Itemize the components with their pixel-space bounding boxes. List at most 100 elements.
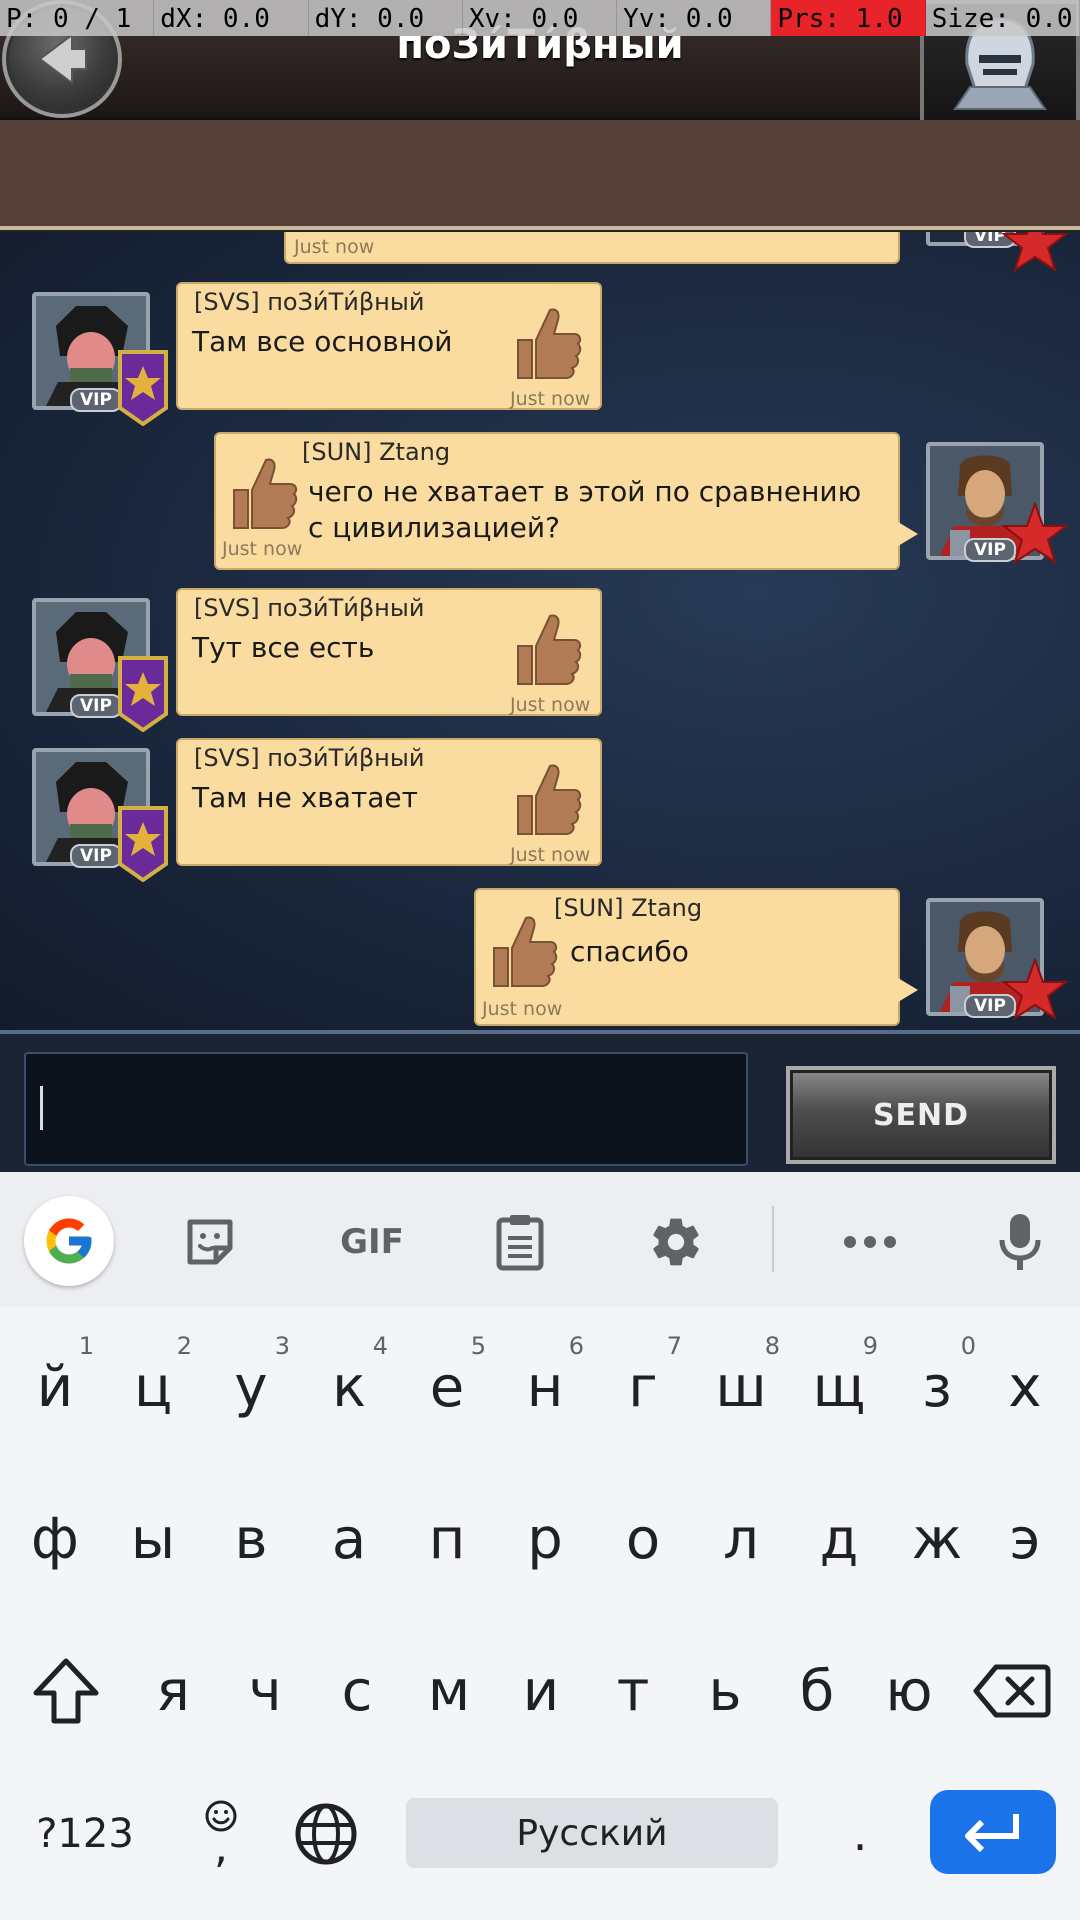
- period-key[interactable]: .: [820, 1786, 900, 1882]
- key[interactable]: г7: [594, 1322, 692, 1452]
- key[interactable]: э: [976, 1474, 1074, 1604]
- message-text: спасибо: [570, 935, 689, 968]
- google-button[interactable]: [24, 1196, 114, 1286]
- thumbs-up-icon[interactable]: [488, 912, 558, 990]
- thumbs-up-icon[interactable]: [512, 760, 582, 838]
- key[interactable]: й1: [6, 1322, 104, 1452]
- globe-icon: [295, 1803, 357, 1865]
- message-bubble[interactable]: [SVS] поЗи́Ти́βный Там все основной Just…: [176, 282, 602, 410]
- message-sender: [SVS] поЗи́Ти́βный: [194, 288, 425, 316]
- key-label: й: [36, 1354, 74, 1420]
- key[interactable]: м: [400, 1626, 498, 1756]
- backspace-key[interactable]: [962, 1636, 1062, 1746]
- key[interactable]: к4: [300, 1322, 398, 1452]
- key[interactable]: и: [492, 1626, 590, 1756]
- key[interactable]: ь: [676, 1626, 774, 1756]
- key[interactable]: ы: [104, 1474, 202, 1604]
- key[interactable]: х: [976, 1322, 1074, 1452]
- shift-icon: [33, 1658, 99, 1724]
- clipboard-button[interactable]: [480, 1202, 560, 1282]
- message-bubble-partial: Just now: [284, 232, 900, 264]
- chat-message-list[interactable]: Just now VIP VIP [SVS] поЗи́Ти́βный Там …: [0, 232, 1080, 1032]
- comma-key[interactable]: ,: [176, 1776, 266, 1886]
- key[interactable]: б: [768, 1626, 866, 1756]
- key-label: ц: [133, 1354, 173, 1420]
- key[interactable]: в: [202, 1474, 300, 1604]
- key[interactable]: д: [790, 1474, 888, 1604]
- settings-button[interactable]: [636, 1202, 716, 1282]
- purple-banner-rank-icon: [118, 806, 168, 882]
- symbols-key[interactable]: ?123: [20, 1786, 150, 1882]
- space-bar[interactable]: Русский: [406, 1798, 778, 1868]
- key[interactable]: щ9: [790, 1322, 888, 1452]
- send-button[interactable]: SEND: [786, 1066, 1056, 1164]
- thumbs-up-icon[interactable]: [512, 304, 582, 382]
- key-label: е: [429, 1354, 465, 1420]
- sticker-icon: [187, 1219, 233, 1265]
- message-time: Just now: [294, 236, 375, 258]
- message-composer: SEND: [0, 1034, 1080, 1172]
- key[interactable]: ю: [860, 1626, 958, 1756]
- message-text: Там не хватает: [192, 781, 418, 814]
- mic-icon: [999, 1214, 1041, 1270]
- key[interactable]: з0: [888, 1322, 986, 1452]
- sticker-button[interactable]: [170, 1202, 250, 1282]
- bubble-tail: [898, 522, 918, 546]
- key-label: х: [1008, 1354, 1042, 1420]
- message-time: Just now: [510, 694, 591, 716]
- key-label: щ: [812, 1354, 866, 1420]
- shift-key[interactable]: [16, 1636, 116, 1746]
- more-button[interactable]: [830, 1202, 910, 1282]
- message-bubble[interactable]: [SUN] Ztang чего не хватает в этой по ср…: [214, 432, 918, 570]
- key[interactable]: ж: [888, 1474, 986, 1604]
- bubble-tail: [898, 978, 918, 1002]
- debug-dx: dX: 0.0: [154, 0, 309, 36]
- message-time: Just now: [510, 844, 591, 866]
- google-icon: [46, 1218, 92, 1264]
- red-star-rank-icon: [1001, 502, 1069, 565]
- key[interactable]: т: [584, 1626, 682, 1756]
- message-text: Там все основной: [192, 325, 453, 358]
- thumbs-up-icon[interactable]: [512, 610, 582, 688]
- red-star-rank-icon: [1001, 232, 1069, 272]
- key[interactable]: е5: [398, 1322, 496, 1452]
- key[interactable]: ф: [6, 1474, 104, 1604]
- debug-pressure: Prs: 1.0: [771, 0, 926, 36]
- message-text: чего не хватает в этой по сравнению с ци…: [308, 475, 862, 544]
- key[interactable]: р: [496, 1474, 594, 1604]
- enter-key[interactable]: [930, 1790, 1056, 1874]
- language-key[interactable]: [284, 1786, 368, 1882]
- message-bubble[interactable]: [SVS] поЗи́Ти́βный Тут все есть Just now: [176, 588, 602, 716]
- key[interactable]: у3: [202, 1322, 300, 1452]
- key[interactable]: н6: [496, 1322, 594, 1452]
- voice-input-button[interactable]: [980, 1202, 1060, 1282]
- header-subbar: [0, 120, 1080, 230]
- key[interactable]: о: [594, 1474, 692, 1604]
- message-time: Just now: [510, 388, 591, 410]
- purple-banner-rank-icon: [118, 350, 168, 426]
- keyboard: й1 ц2 у3 к4 е5 н6 г7 ш8 щ9 з0 х ф ы в а …: [0, 1306, 1080, 1920]
- thumbs-up-icon[interactable]: [228, 454, 298, 532]
- message-bubble[interactable]: [SVS] поЗи́Ти́βный Там не хватает Just n…: [176, 738, 602, 866]
- message-bubble[interactable]: [SUN] Ztang спасибо Just now: [474, 888, 918, 1026]
- key[interactable]: ш8: [692, 1322, 790, 1452]
- key[interactable]: л: [692, 1474, 790, 1604]
- key-hint: 8: [764, 1332, 780, 1360]
- message-time: Just now: [482, 998, 563, 1020]
- key[interactable]: с: [308, 1626, 406, 1756]
- key[interactable]: п: [398, 1474, 496, 1604]
- key[interactable]: ч: [216, 1626, 314, 1756]
- settings-icon: [653, 1218, 699, 1266]
- key[interactable]: ц2: [104, 1322, 202, 1452]
- key-hint: 1: [78, 1332, 94, 1360]
- message-sender: [SVS] поЗи́Ти́βный: [194, 594, 425, 622]
- key[interactable]: я: [124, 1626, 222, 1756]
- backspace-icon: [973, 1664, 1051, 1718]
- message-input[interactable]: [24, 1052, 748, 1166]
- gif-button[interactable]: GIF: [322, 1202, 422, 1282]
- key-hint: 6: [568, 1332, 584, 1360]
- debug-pointer-bar: P: 0 / 1 dX: 0.0 dY: 0.0 Xv: 0.0 Yv: 0.0…: [0, 0, 1080, 36]
- key[interactable]: а: [300, 1474, 398, 1604]
- more-icon: [844, 1236, 896, 1248]
- message-sender: [SUN] Ztang: [302, 438, 451, 466]
